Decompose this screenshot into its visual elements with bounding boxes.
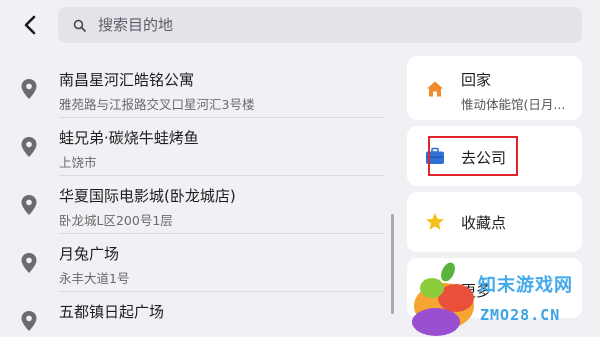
search-bar[interactable]: [58, 7, 582, 43]
back-button[interactable]: [14, 10, 46, 40]
location-pin-icon: [21, 253, 37, 273]
location-pin-icon: [21, 311, 37, 331]
home-icon: [425, 79, 445, 99]
home-shortcut-card[interactable]: 回家 惟动体能馆(日月...: [407, 56, 582, 120]
place-name: 蛙兄弟·碳烧牛蛙烤鱼: [59, 129, 199, 147]
place-name: 五都镇日起广场: [59, 303, 165, 321]
favorites-label: 收藏点: [461, 214, 507, 232]
scrollbar[interactable]: [391, 214, 394, 314]
place-address: 雅苑路与江报路交叉口星河汇3号楼: [59, 97, 255, 112]
place-address: 上饶市: [59, 155, 97, 170]
home-subtitle: 惟动体能馆(日月...: [461, 97, 566, 112]
place-address: 永丰大道1号: [59, 271, 130, 286]
search-input[interactable]: [96, 15, 540, 35]
location-pin-icon: [21, 79, 37, 99]
watermark-url: ZMO28.CN: [480, 306, 561, 324]
watermark-site-name: 知末游戏网: [478, 275, 573, 296]
star-icon: [425, 212, 445, 232]
place-name: 华夏国际电影城(卧龙城店): [59, 187, 236, 205]
place-name: 南昌星河汇皓铭公寓: [59, 71, 195, 89]
highlight-box: [428, 136, 518, 176]
chevron-left-icon: [24, 15, 36, 35]
place-name: 月兔广场: [59, 245, 120, 263]
list-item[interactable]: 蛙兄弟·碳烧牛蛙烤鱼 上饶市: [0, 118, 396, 176]
home-label: 回家: [461, 71, 492, 89]
search-icon: [72, 18, 86, 32]
location-pin-icon: [21, 195, 37, 215]
list-item[interactable]: 五都镇日起广场: [0, 292, 396, 337]
list-item[interactable]: 华夏国际电影城(卧龙城店) 卧龙城L区200号1层: [0, 176, 396, 234]
list-item[interactable]: 南昌星河汇皓铭公寓 雅苑路与江报路交叉口星河汇3号楼: [0, 60, 396, 118]
place-address: 卧龙城L区200号1层: [59, 213, 173, 228]
favorites-shortcut-card[interactable]: 收藏点: [407, 192, 582, 252]
result-list[interactable]: 南昌星河汇皓铭公寓 雅苑路与江报路交叉口星河汇3号楼 蛙兄弟·碳烧牛蛙烤鱼 上饶…: [0, 56, 400, 337]
location-pin-icon: [21, 137, 37, 157]
list-item[interactable]: 月兔广场 永丰大道1号: [0, 234, 396, 292]
